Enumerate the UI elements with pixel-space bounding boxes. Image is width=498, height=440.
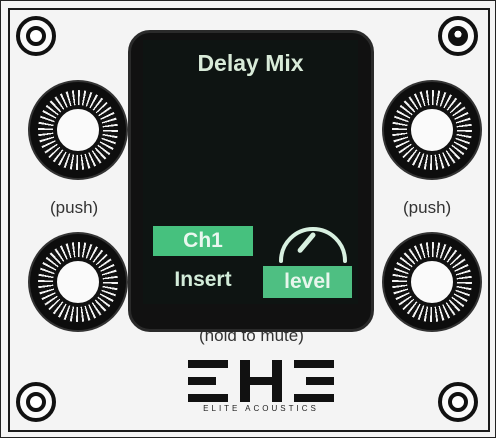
top-left-screw-icon	[16, 16, 56, 56]
display-screen: Delay Mix Ch1 Insert level	[143, 40, 358, 304]
left-push-caption: (push)	[50, 198, 99, 217]
brand-logo-text: ELITE ACOUSTICS	[203, 404, 319, 413]
parameter-label: level	[263, 266, 352, 298]
mode-label: Insert	[174, 268, 232, 291]
left-top-encoder-knob[interactable]	[30, 82, 126, 178]
left-bottom-encoder-knob[interactable]	[30, 234, 126, 330]
right-push-caption: (push)	[403, 198, 452, 217]
bottom-left-screw-icon	[16, 382, 56, 422]
right-bottom-encoder-knob[interactable]	[384, 234, 480, 330]
top-right-screw-icon	[438, 16, 478, 56]
screen-title: Delay Mix	[197, 50, 304, 76]
level-dial-icon	[279, 227, 347, 263]
bottom-right-screw-icon	[438, 382, 478, 422]
right-top-encoder-knob[interactable]	[384, 82, 480, 178]
channel-label: Ch1	[153, 226, 253, 256]
brand-logo-icon	[188, 360, 334, 402]
